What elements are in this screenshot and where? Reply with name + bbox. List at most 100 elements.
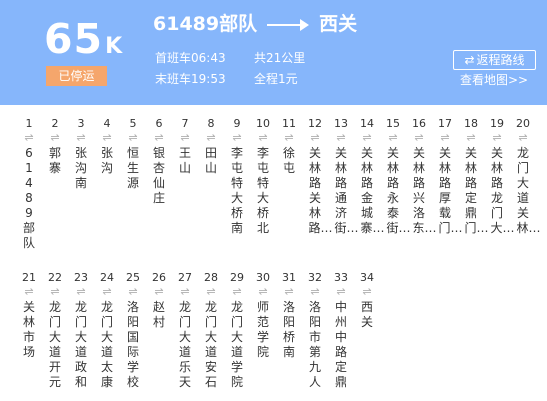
stop-item[interactable]: 28 ⇌ 龙门大道安石: [201, 271, 221, 390]
stop-number: 16: [412, 117, 426, 130]
stop-name: 龙门大道学院: [230, 300, 243, 389]
stop-number: 33: [334, 271, 348, 284]
stop-number: 15: [386, 117, 400, 130]
route-suffix: K: [105, 34, 124, 59]
stop-direction-icon: ⇌: [76, 131, 86, 144]
stop-number: 2: [51, 117, 59, 130]
stop-item[interactable]: 30 ⇌ 师范学院: [253, 271, 273, 360]
stop-item[interactable]: 14 ⇌ 关林路金城寨…: [357, 117, 385, 236]
stop-item[interactable]: 3 ⇌ 张沟南: [71, 117, 91, 191]
stop-item[interactable]: 25 ⇌ 洛阳国际学校: [123, 271, 143, 390]
stop-item[interactable]: 12 ⇌ 关林路关林路…: [305, 117, 333, 236]
stop-item[interactable]: 2 ⇌ 郭寨: [45, 117, 65, 176]
stop-name: 关林路通济街…: [334, 146, 359, 235]
view-map-link[interactable]: 查看地图>>: [460, 72, 528, 88]
stop-direction-icon: ⇌: [24, 131, 34, 144]
stop-item[interactable]: 8 ⇌ 田山: [201, 117, 221, 176]
last-bus-time: 末班车19:53: [155, 72, 226, 86]
stop-item[interactable]: 4 ⇌ 张沟: [97, 117, 117, 176]
stop-item[interactable]: 24 ⇌ 龙门大道太康: [97, 271, 117, 390]
stop-direction-icon: ⇌: [258, 131, 268, 144]
stop-item[interactable]: 7 ⇌ 王山: [175, 117, 195, 176]
stop-item[interactable]: 19 ⇌ 关林路龙门大…: [487, 117, 515, 236]
stop-direction-icon: ⇌: [336, 131, 346, 144]
stop-item[interactable]: 5 ⇌ 恒生源: [123, 117, 143, 191]
stop-name: 张沟: [100, 146, 113, 175]
stop-number: 1: [25, 117, 33, 130]
stop-direction-icon: ⇌: [102, 285, 112, 298]
stop-direction-icon: ⇌: [102, 131, 112, 144]
stop-number: 19: [490, 117, 504, 130]
stop-direction-icon: ⇌: [180, 131, 190, 144]
stop-number: 25: [126, 271, 140, 284]
first-bus-time: 首班车06:43: [155, 51, 226, 65]
stop-name: 龙门大道太康: [100, 300, 113, 389]
stop-item[interactable]: 15 ⇌ 关林路永泰街…: [383, 117, 411, 236]
stop-item[interactable]: 6 ⇌ 银杏仙庄: [149, 117, 169, 206]
stop-direction-icon: ⇌: [388, 131, 398, 144]
stop-name: 龙门大道关林…: [516, 146, 541, 235]
stop-direction-icon: ⇌: [284, 131, 294, 144]
stop-number: 14: [360, 117, 374, 130]
stop-name: 王山: [178, 146, 191, 175]
stop-item[interactable]: 21 ⇌ 关林市场: [19, 271, 39, 360]
stop-name: 龙门大道开元: [48, 300, 61, 389]
stop-name: 中州中路定鼎: [334, 300, 347, 389]
stop-name: 关林路定鼎门…: [464, 146, 489, 235]
stop-direction-icon: ⇌: [310, 131, 320, 144]
stop-number: 26: [152, 271, 166, 284]
stop-item[interactable]: 20 ⇌ 龙门大道关林…: [513, 117, 541, 236]
stop-number: 22: [48, 271, 62, 284]
stop-item[interactable]: 13 ⇌ 关林路通济街…: [331, 117, 359, 236]
stop-name: 赵村: [152, 300, 165, 329]
stop-item[interactable]: 34 ⇌ 西关: [357, 271, 377, 330]
stop-direction-icon: ⇌: [180, 285, 190, 298]
stop-direction-icon: ⇌: [128, 131, 138, 144]
stop-item[interactable]: 31 ⇌ 洛阳桥南: [279, 271, 299, 360]
stop-direction-icon: ⇌: [206, 285, 216, 298]
stop-number: 31: [282, 271, 296, 284]
stop-number: 11: [282, 117, 296, 130]
stop-name: 洛阳市第九人: [308, 300, 321, 389]
stop-number: 9: [233, 117, 241, 130]
stop-direction-icon: ⇌: [76, 285, 86, 298]
stop-item[interactable]: 29 ⇌ 龙门大道学院: [227, 271, 247, 390]
stop-item[interactable]: 26 ⇌ 赵村: [149, 271, 169, 330]
stop-name: 关林路关林路…: [308, 146, 333, 235]
stop-number: 4: [103, 117, 111, 130]
stop-item[interactable]: 11 ⇌ 徐屯: [279, 117, 299, 176]
stop-item[interactable]: 17 ⇌ 关林路厚载门…: [435, 117, 463, 236]
stop-item[interactable]: 18 ⇌ 关林路定鼎门…: [461, 117, 489, 236]
stop-name: 田山: [204, 146, 217, 175]
route-header: 65K 已停运 61489部队 西关 首班车06:43 末班车19:53 共21公…: [0, 0, 547, 105]
stop-name: 西关: [360, 300, 373, 329]
stop-item[interactable]: 1 ⇌ 61489部队: [19, 117, 39, 251]
stop-item[interactable]: 9 ⇌ 李屯特大桥南: [227, 117, 247, 236]
stop-item[interactable]: 16 ⇌ 关林路兴洛东…: [409, 117, 437, 236]
reverse-route-button[interactable]: ⇄ 返程路线: [453, 50, 536, 70]
stop-name: 郭寨: [48, 146, 61, 175]
stop-item[interactable]: 23 ⇌ 龙门大道政和: [71, 271, 91, 390]
stop-direction-icon: ⇌: [258, 285, 268, 298]
stop-item[interactable]: 27 ⇌ 龙门大道乐天: [175, 271, 195, 390]
route-direction: 61489部队 西关: [153, 12, 357, 36]
stop-item[interactable]: 22 ⇌ 龙门大道开元: [45, 271, 65, 390]
stop-name: 徐屯: [282, 146, 295, 175]
stop-number: 28: [204, 271, 218, 284]
stop-name: 师范学院: [256, 300, 269, 359]
stop-name: 关林市场: [22, 300, 35, 359]
stop-direction-icon: ⇌: [50, 131, 60, 144]
stop-item[interactable]: 33 ⇌ 中州中路定鼎: [331, 271, 351, 390]
stop-direction-icon: ⇌: [232, 131, 242, 144]
stop-direction-icon: ⇌: [362, 285, 372, 298]
route-fare: 全程1元: [254, 72, 298, 86]
stop-list: 1 ⇌ 61489部队 2 ⇌ 郭寨 3 ⇌ 张沟南 4 ⇌ 张沟 5 ⇌ 恒生源 6 ⇌ 银杏仙庄 7 ⇌ 王山 8 ⇌ 田…: [0, 105, 547, 401]
stop-number: 12: [308, 117, 322, 130]
stop-name: 61489部队: [22, 146, 35, 250]
stop-direction-icon: ⇌: [518, 131, 528, 144]
stop-item[interactable]: 10 ⇌ 李屯特大桥北: [253, 117, 273, 236]
stop-item[interactable]: 32 ⇌ 洛阳市第九人: [305, 271, 325, 390]
stop-number: 24: [100, 271, 114, 284]
stop-direction-icon: ⇌: [154, 285, 164, 298]
stop-number: 6: [155, 117, 163, 130]
